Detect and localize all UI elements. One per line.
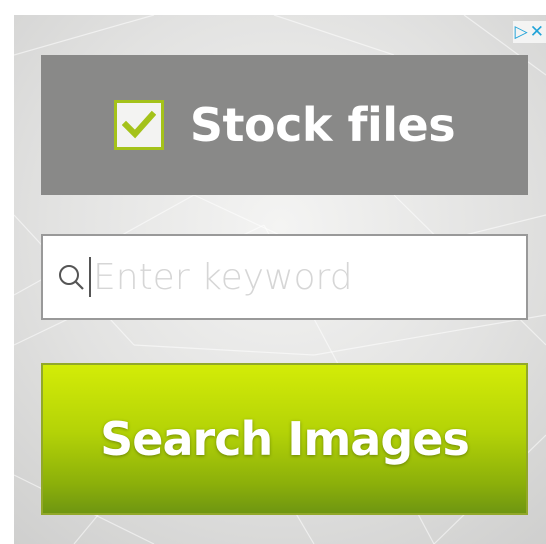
stock-files-banner: Stock files (41, 55, 528, 195)
search-icon (57, 262, 87, 292)
search-box[interactable] (41, 234, 528, 320)
search-images-label: Search Images (100, 412, 470, 466)
adchoices-triangle-icon[interactable]: ▷ (515, 22, 528, 42)
adchoices-bar[interactable]: ▷ ✕ (512, 21, 546, 43)
keyword-input[interactable] (91, 247, 493, 307)
ad-container[interactable]: ▷ ✕ Stock files Search Images (14, 15, 546, 544)
check-icon (121, 110, 156, 139)
banner-title: Stock files (189, 98, 456, 152)
checkbox (113, 100, 164, 150)
close-icon[interactable]: ✕ (530, 22, 544, 42)
search-images-button[interactable]: Search Images (41, 363, 528, 515)
